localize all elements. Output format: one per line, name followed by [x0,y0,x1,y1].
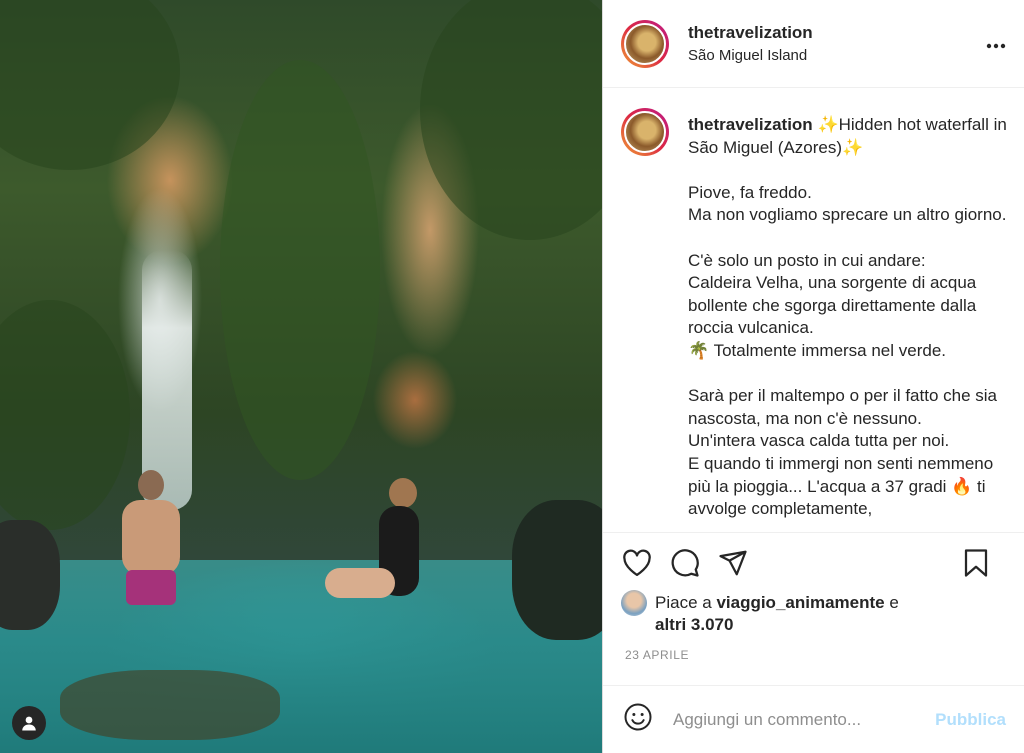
man-figure [112,470,192,610]
share-icon[interactable] [717,547,749,579]
caption-line: Sarà per il maltempo o per il fatto che … [688,386,997,428]
likes-joiner: e [884,593,899,612]
header-username[interactable]: thetravelization [688,23,813,43]
rock [0,520,60,630]
caption-line: Caldeira Velha, una sorgente di acqua bo… [688,273,977,338]
post-header: thetravelization São Miguel Island [603,0,1024,88]
more-horizontal-icon[interactable] [986,32,1006,52]
post-panel: thetravelization São Miguel Island thetr… [602,0,1024,753]
likes-prefix: Piace a [655,593,717,612]
foliage [0,0,180,170]
comment-bar: Pubblica [603,685,1024,753]
post-photo[interactable] [0,0,602,753]
header-location[interactable]: São Miguel Island [688,47,813,64]
caption-line: Ma non vogliamo sprecare un altro giorno… [688,205,1007,225]
caption-line: C'è solo un posto in cui andare: [688,250,926,270]
bookmark-icon[interactable] [960,547,992,579]
caption-avatar[interactable] [621,108,669,156]
likes-others[interactable]: altri 3.070 [655,615,733,634]
caption-line: Piove, fa freddo. [688,182,812,202]
caption-line: 🌴 Totalmente immersa nel verde. [688,340,947,360]
post-caption: thetravelization ✨Hidden hot waterfall i… [603,88,1024,532]
foliage [220,60,380,480]
liker-avatar[interactable] [621,590,647,616]
caption-body: thetravelization ✨Hidden hot waterfall i… [688,114,1008,532]
rock [60,670,280,740]
smiley-icon[interactable] [623,702,653,737]
woman-figure [325,478,445,608]
heart-icon[interactable] [621,547,653,579]
caption-username[interactable]: thetravelization [688,115,813,134]
caption-line: E quando ti immergi non senti nemmeno pi… [688,453,994,519]
caption-line: Un'intera vasca calda tutta per noi. [688,431,950,451]
publish-button[interactable]: Pubblica [935,710,1006,730]
avatar[interactable] [621,19,669,68]
likes-summary: Piace a viaggio_animamente e altri 3.070 [603,590,1024,636]
comment-icon[interactable] [669,547,701,579]
post-date[interactable]: 23 APRILE [603,636,1024,672]
rock [512,500,602,640]
foliage [420,0,602,240]
comment-input[interactable] [671,708,936,731]
liker-username[interactable]: viaggio_animamente [716,593,884,612]
user-tag-icon[interactable] [12,706,46,740]
instagram-post: thetravelization São Miguel Island thetr… [0,0,1024,753]
action-bar [603,532,1024,592]
foliage [0,300,130,530]
